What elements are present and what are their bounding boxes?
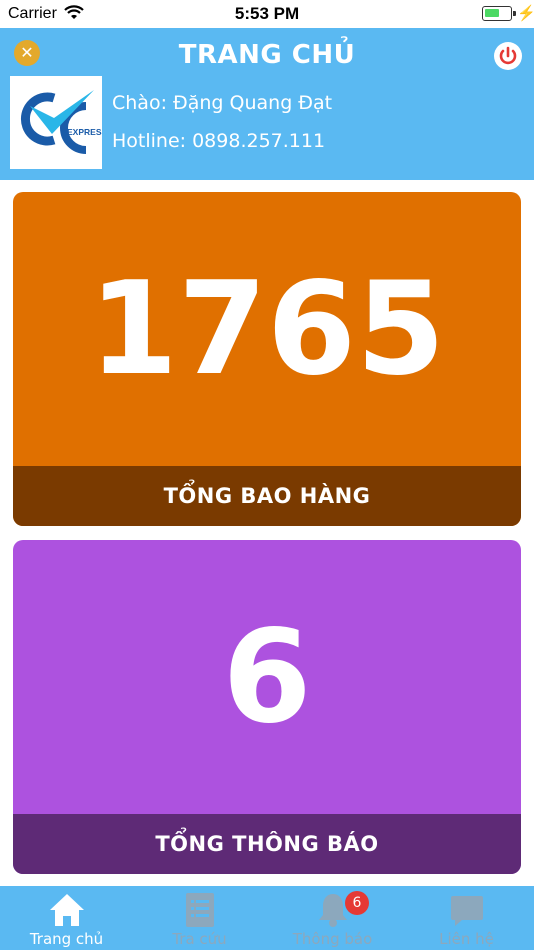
tab-notifications-label: Thông báo [292,930,373,948]
chat-icon [450,892,484,932]
total-notifications-label: TỔNG THÔNG BÁO [13,814,521,874]
power-icon [499,46,517,65]
bell-icon [316,892,350,932]
total-packages-value: 1765 [88,254,446,404]
status-time: 5:53 PM [234,4,300,23]
document-icon [185,892,215,932]
logo-text: EXPRESS [67,127,102,137]
tab-search-label: Tra cứu [172,930,227,948]
tab-bar: Trang chủ Tra cứu Thông báo Liên hệ [0,886,534,950]
page-title: TRANG CHỦ [178,40,356,70]
tab-contact-label: Liên hệ [439,930,494,948]
hotline-text[interactable]: Hotline: 0898.257.111 [112,130,325,152]
tab-home[interactable]: Trang chủ [0,886,133,950]
total-packages-card[interactable]: 1765 TỔNG BAO HÀNG [13,192,521,526]
header: ✕ TRANG CHỦ EXPRESS Chào: Đặng Quang Đạt… [0,28,534,180]
tab-contact[interactable]: Liên hệ [400,886,533,950]
battery-icon [482,6,516,21]
total-notifications-value: 6 [222,602,312,752]
company-logo: EXPRESS [10,76,107,169]
tab-notifications[interactable]: Thông báo [266,886,399,950]
home-icon [48,892,86,932]
total-notifications-card[interactable]: 6 TỔNG THÔNG BÁO [13,540,521,874]
tab-search[interactable]: Tra cứu [133,886,266,950]
logout-button[interactable] [494,42,522,70]
notification-badge: 6 [345,891,369,915]
status-bar: Carrier 5:53 PM ⚡ [0,0,534,28]
tab-home-label: Trang chủ [29,930,104,948]
total-packages-label: TỔNG BAO HÀNG [13,466,521,526]
charging-icon: ⚡ [517,5,534,22]
greeting-text: Chào: Đặng Quang Đạt [112,92,333,114]
